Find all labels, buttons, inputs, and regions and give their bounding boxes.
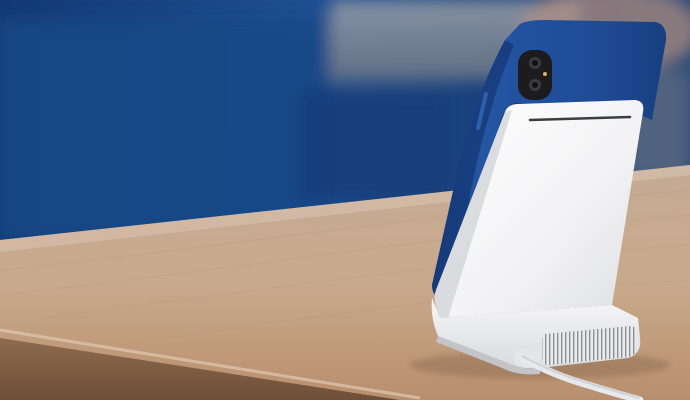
photo-illustration: [0, 0, 690, 400]
camera-icon: [518, 50, 552, 100]
product-photo: [0, 0, 690, 400]
